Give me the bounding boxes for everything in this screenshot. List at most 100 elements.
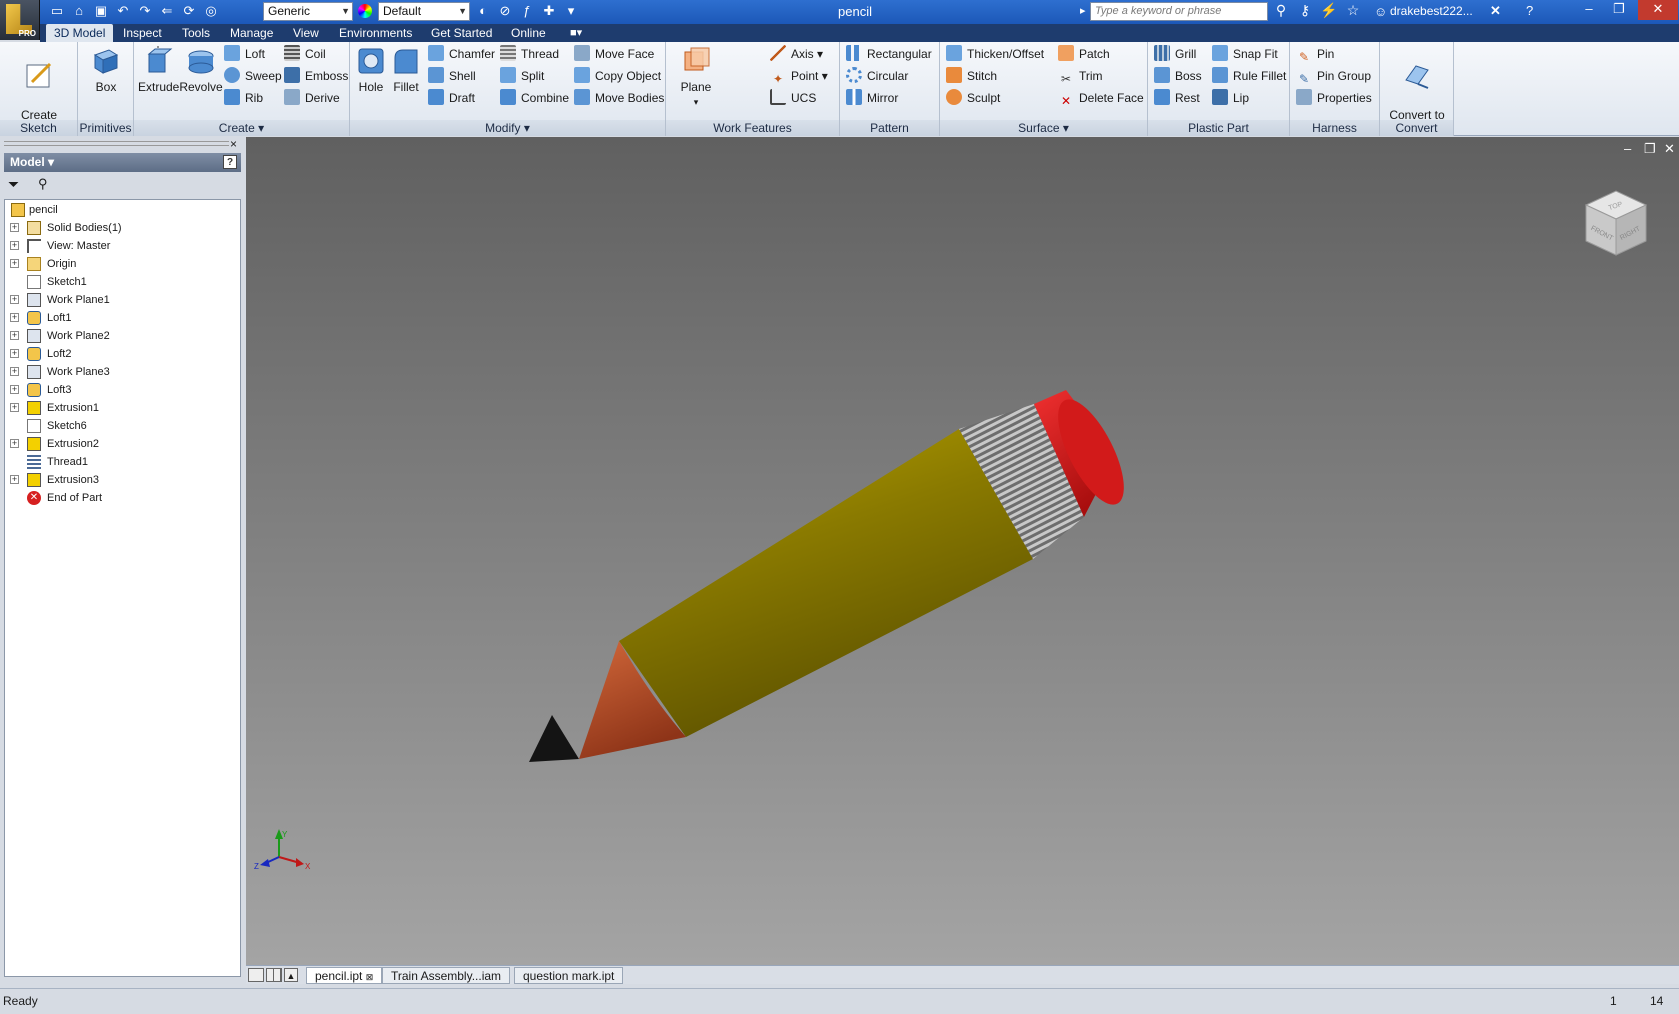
- draft-button[interactable]: Draft: [428, 88, 475, 108]
- close-button[interactable]: ✕: [1638, 0, 1678, 20]
- properties-button[interactable]: Properties: [1296, 88, 1372, 108]
- user-name[interactable]: drakebest222...: [1390, 4, 1473, 18]
- tab-get-started[interactable]: Get Started: [423, 24, 500, 42]
- open-icon[interactable]: ⌂: [70, 2, 88, 20]
- boss-button[interactable]: Boss: [1154, 66, 1202, 86]
- pin-button[interactable]: ✎ Pin: [1296, 44, 1334, 64]
- restore-button[interactable]: ❐: [1604, 0, 1634, 20]
- sculpt-icon: [946, 89, 962, 105]
- stitch-button[interactable]: Stitch: [946, 66, 997, 86]
- revolve-button[interactable]: Revolve: [178, 46, 224, 94]
- search-expand-icon[interactable]: ▸: [1080, 4, 1086, 17]
- rectangular-pattern-button[interactable]: Rectangular: [846, 44, 932, 64]
- update-icon[interactable]: ⟳: [180, 2, 198, 20]
- circular-pattern-button[interactable]: Circular: [846, 66, 908, 86]
- clear-icon[interactable]: ⊘: [496, 2, 514, 20]
- chamfer-button[interactable]: Chamfer: [428, 44, 495, 64]
- panel-close-icon[interactable]: ×: [230, 137, 237, 151]
- point-button[interactable]: ✦ Point ▾: [770, 66, 828, 86]
- rib-button[interactable]: Rib: [224, 88, 263, 108]
- cascade-windows-icon[interactable]: [266, 968, 282, 982]
- document-list-icon[interactable]: ▲: [284, 968, 298, 982]
- filter-icon[interactable]: ⏷: [8, 176, 19, 193]
- doc-tab-close-icon[interactable]: ⊠: [366, 972, 374, 982]
- plane-button[interactable]: Plane ▾: [672, 46, 720, 109]
- pin-group-button[interactable]: ✎ Pin Group: [1296, 66, 1371, 86]
- browser-header[interactable]: Model ▾ ?: [4, 153, 241, 172]
- qat-menu-icon[interactable]: ▾: [562, 2, 580, 20]
- find-binoculars-icon[interactable]: ⚲: [38, 176, 48, 192]
- application-menu-button[interactable]: PRO: [0, 0, 40, 40]
- style-combo[interactable]: Generic ▼: [263, 2, 353, 21]
- group-label-surface[interactable]: Surface ▾: [940, 120, 1147, 136]
- tab-tools[interactable]: Tools: [174, 24, 218, 42]
- hole-button[interactable]: Hole: [354, 46, 388, 94]
- new-icon[interactable]: ▭: [48, 2, 66, 20]
- adjust-icon[interactable]: ◐: [474, 2, 492, 20]
- shell-button[interactable]: Shell: [428, 66, 476, 86]
- delete-face-button[interactable]: ✕ Delete Face: [1058, 88, 1144, 108]
- ucs-button[interactable]: UCS: [770, 88, 816, 108]
- doc-tab-question-mark[interactable]: question mark.ipt: [514, 967, 624, 984]
- split-button[interactable]: Split: [500, 66, 544, 86]
- return-icon[interactable]: ⇐: [158, 2, 176, 20]
- exchange-icon[interactable]: ✕: [1490, 3, 1501, 19]
- help-icon[interactable]: ?: [1526, 3, 1533, 18]
- satellite-icon[interactable]: ⚡: [1320, 2, 1338, 19]
- save-icon[interactable]: ▣: [92, 2, 110, 20]
- mirror-button[interactable]: Mirror: [846, 88, 898, 108]
- undo-icon[interactable]: ↶: [114, 2, 132, 20]
- patch-button[interactable]: Patch: [1058, 44, 1110, 64]
- copy-object-button[interactable]: Copy Object: [574, 66, 661, 86]
- extrude-button[interactable]: Extrude: [138, 46, 179, 94]
- ribbon-display-icon[interactable]: ■▾: [570, 26, 582, 39]
- minimize-button[interactable]: –: [1574, 0, 1604, 20]
- trim-button[interactable]: ✂ Trim: [1058, 66, 1103, 86]
- tab-inspect[interactable]: Inspect: [115, 24, 170, 42]
- thread-button[interactable]: Thread: [500, 44, 559, 64]
- key-icon[interactable]: ⚷: [1296, 2, 1314, 19]
- tab-online[interactable]: Online: [503, 24, 554, 42]
- doc-tab-train-assembly[interactable]: Train Assembly...iam: [382, 967, 511, 984]
- fillet-button[interactable]: Fillet: [388, 46, 424, 94]
- move-face-button[interactable]: Move Face: [574, 44, 654, 64]
- tab-3d-model[interactable]: 3D Model: [46, 24, 114, 42]
- star-icon[interactable]: ☆: [1344, 2, 1362, 19]
- color-wheel-icon[interactable]: [358, 4, 372, 18]
- group-label-create[interactable]: Create ▾: [134, 120, 349, 136]
- doc-tab-pencil[interactable]: pencil.ipt ⊠: [306, 967, 383, 984]
- tab-view[interactable]: View: [285, 24, 327, 42]
- panel-grip[interactable]: [4, 141, 229, 146]
- sculpt-button[interactable]: Sculpt: [946, 88, 1000, 108]
- browser-help-icon[interactable]: ?: [223, 155, 237, 169]
- fx-icon[interactable]: ƒ: [518, 2, 536, 20]
- select-icon[interactable]: ◎: [202, 2, 220, 20]
- redo-icon[interactable]: ↷: [136, 2, 154, 20]
- rest-button[interactable]: Rest: [1154, 88, 1200, 108]
- tile-windows-icon[interactable]: [248, 968, 264, 982]
- axis-button[interactable]: Axis ▾: [770, 44, 823, 64]
- coil-button[interactable]: Coil: [284, 44, 326, 64]
- appearance-combo[interactable]: Default ▼: [378, 2, 470, 21]
- snap-fit-button[interactable]: Snap Fit: [1212, 44, 1278, 64]
- loft-button[interactable]: Loft: [224, 44, 265, 64]
- sweep-button[interactable]: Sweep: [224, 66, 282, 86]
- box-button[interactable]: Box: [84, 46, 128, 94]
- measure-icon[interactable]: ✚: [540, 2, 558, 20]
- move-bodies-button[interactable]: Move Bodies: [574, 88, 664, 108]
- thicken-offset-button[interactable]: Thicken/Offset: [946, 44, 1044, 64]
- lip-button[interactable]: Lip: [1212, 88, 1249, 108]
- emboss-button[interactable]: Emboss: [284, 66, 348, 86]
- grill-button[interactable]: Grill: [1154, 44, 1196, 64]
- rule-fillet-button[interactable]: Rule Fillet: [1212, 66, 1286, 86]
- derive-button[interactable]: Derive: [284, 88, 340, 108]
- combine-button[interactable]: Combine: [500, 88, 569, 108]
- search-input[interactable]: Type a keyword or phrase: [1090, 2, 1268, 21]
- graphics-viewport[interactable]: – ❐ ✕ TOP FRONT RIGHT Y X Z: [246, 137, 1679, 965]
- pencil-model[interactable]: [246, 137, 1679, 965]
- binoculars-icon[interactable]: ⚲: [1272, 2, 1290, 19]
- group-label-modify[interactable]: Modify ▾: [350, 120, 665, 136]
- extrusion-icon: [27, 473, 41, 487]
- tab-manage[interactable]: Manage: [222, 24, 281, 42]
- tab-environments[interactable]: Environments: [331, 24, 420, 42]
